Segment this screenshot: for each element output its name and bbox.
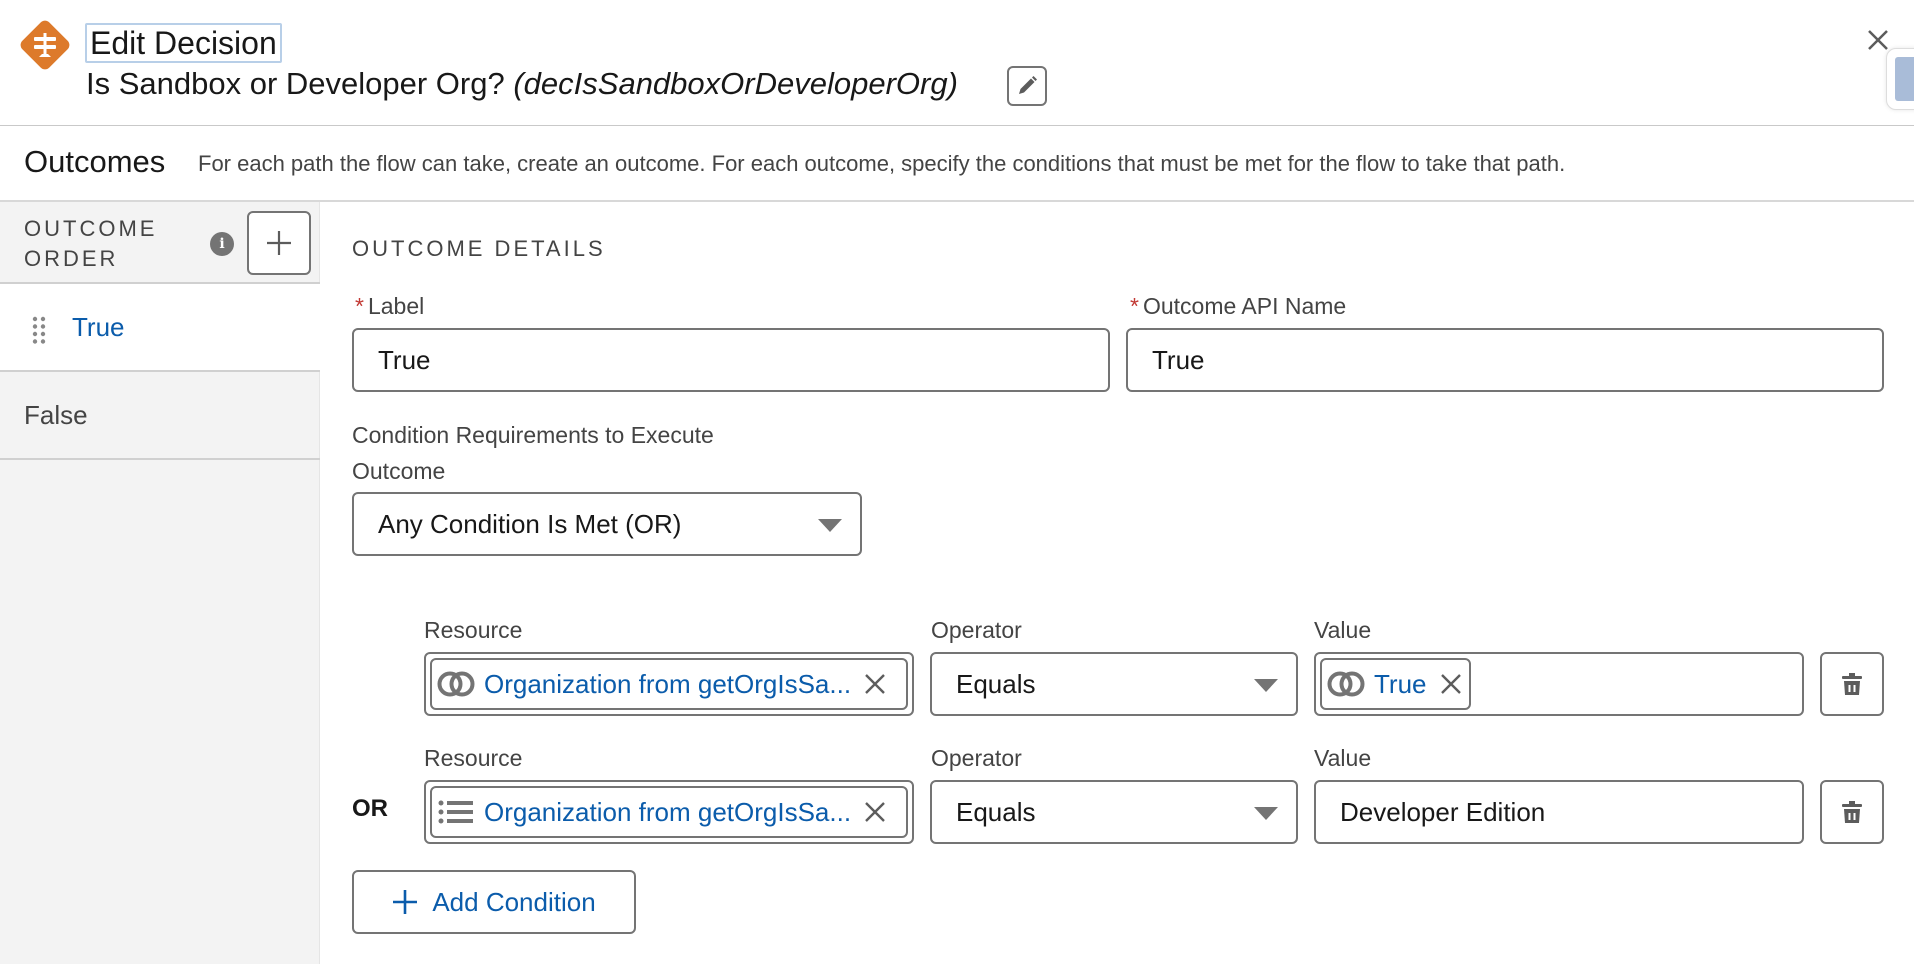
outcomes-bar: Outcomes For each path the flow can take… [0, 126, 1914, 202]
chevron-down-icon [1254, 679, 1278, 692]
required-marker: * [1130, 293, 1139, 319]
add-condition-label: Add Condition [432, 886, 596, 917]
resource-pill[interactable]: Organization from getOrgIsSa... [430, 786, 908, 838]
outcome-order-title-line1: OUTCOME [24, 216, 158, 241]
element-api-name: (decIsSandboxOrDeveloperOrg) [513, 66, 958, 101]
operator-select-1[interactable]: Equals [930, 652, 1298, 716]
condition-requirements-value: Any Condition Is Met (OR) [378, 509, 682, 539]
operator-select-2[interactable]: Equals [930, 780, 1298, 844]
outcomes-title: Outcomes [24, 144, 166, 179]
value-input-1[interactable]: True [1314, 652, 1804, 716]
resource-label: Resource [424, 745, 523, 771]
outcome-order-header: OUTCOME ORDER i [0, 202, 320, 284]
element-subtitle: Is Sandbox or Developer Org? (decIsSandb… [86, 64, 958, 104]
value-input-2[interactable]: Developer Edition [1314, 780, 1804, 844]
operator-value: Equals [956, 797, 1036, 827]
decision-icon [20, 20, 70, 70]
edit-label-button[interactable] [1007, 66, 1047, 106]
resource-value: Organization from getOrgIsSa... [484, 796, 852, 827]
delete-condition-button-2[interactable] [1820, 780, 1884, 844]
operator-value: Equals [956, 669, 1036, 699]
value-pill-text: True [1374, 668, 1427, 699]
outcome-order-panel: OUTCOME ORDER i True False [0, 202, 320, 964]
remove-value-button[interactable] [1439, 672, 1463, 696]
condition-requirements-label: Condition Requirements to Execute [352, 422, 714, 448]
resource-value: Organization from getOrgIsSa... [484, 668, 852, 699]
condition-requirements-select[interactable]: Any Condition Is Met (OR) [352, 492, 862, 556]
logic-operator-label: OR [352, 795, 388, 822]
remove-resource-button[interactable] [863, 672, 887, 696]
outcome-order-title: OUTCOME ORDER [24, 214, 157, 274]
value-label: Value [1314, 745, 1372, 771]
plus-icon [393, 890, 418, 914]
api-name-field-label: * Outcome API Name [1130, 293, 1346, 320]
close-icon [865, 674, 885, 694]
remove-resource-button[interactable] [863, 800, 887, 824]
outcome-details-title: OUTCOME DETAILS [352, 236, 606, 261]
resource-input-2[interactable]: Organization from getOrgIsSa... [424, 780, 914, 844]
pencil-icon [1019, 76, 1037, 94]
close-icon [1440, 674, 1461, 694]
trash-icon [1842, 801, 1862, 823]
outcome-label: False [24, 400, 88, 430]
resource-input-1[interactable]: Organization from getOrgIsSa... [424, 652, 914, 716]
boolean-rings-icon [437, 671, 475, 697]
operator-label: Operator [931, 745, 1022, 771]
side-panel-toggle[interactable] [1886, 48, 1914, 110]
resource-pill[interactable]: Organization from getOrgIsSa... [430, 658, 908, 710]
value-label: Value [1314, 617, 1372, 643]
outcome-item-true[interactable]: True [0, 284, 320, 372]
label-field-label-text: Label [367, 293, 425, 319]
outcome-item-false[interactable]: False [0, 372, 320, 460]
outcome-label: True [72, 312, 125, 342]
add-condition-button[interactable]: Add Condition [352, 870, 636, 934]
modal-title[interactable]: Edit Decision [85, 23, 282, 63]
outcomes-description: For each path the flow can take, create … [198, 151, 1566, 176]
close-icon [1868, 30, 1888, 50]
collapse-arrow-icon [1895, 57, 1914, 101]
close-icon [865, 802, 885, 822]
api-name-input[interactable]: True [1126, 328, 1884, 392]
chevron-down-icon [1254, 807, 1278, 820]
modal-header: Edit Decision Is Sandbox or Developer Or… [0, 0, 1914, 126]
drag-handle-icon[interactable] [32, 316, 46, 344]
operator-label: Operator [931, 617, 1022, 643]
info-icon[interactable]: i [210, 232, 234, 256]
trash-icon [1842, 673, 1862, 695]
chevron-down-icon [818, 519, 842, 532]
value-pill[interactable]: True [1320, 658, 1471, 710]
add-outcome-button[interactable] [247, 211, 311, 275]
boolean-rings-icon [1327, 671, 1365, 697]
picklist-icon [438, 800, 473, 824]
label-field-label: * Label [355, 293, 424, 320]
outcome-order-title-line2: ORDER [24, 246, 119, 271]
condition-requirements-label-line2: Outcome [352, 458, 446, 484]
element-label: Is Sandbox or Developer Org? [86, 66, 505, 101]
plus-icon [267, 231, 291, 255]
label-input[interactable]: True [352, 328, 1110, 392]
required-marker: * [355, 293, 364, 319]
resource-label: Resource [424, 617, 523, 643]
delete-condition-button-1[interactable] [1820, 652, 1884, 716]
api-name-field-label-text: Outcome API Name [1142, 293, 1347, 319]
